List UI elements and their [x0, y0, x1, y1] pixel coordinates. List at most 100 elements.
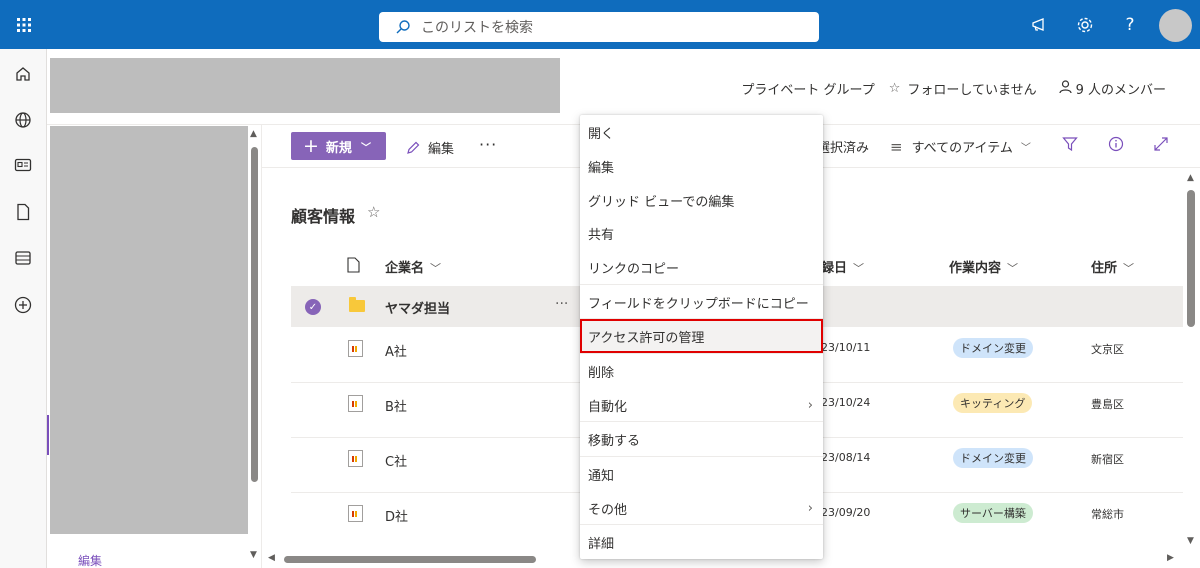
menu-item-copy-fields[interactable]: フィールドをクリップボードにコピー [580, 285, 823, 319]
scroll-down-icon[interactable]: ▼ [1187, 536, 1194, 546]
view-switcher[interactable]: ≡ すべてのアイテム ﹀ [890, 137, 1031, 157]
menu-item-open[interactable]: 開く [580, 115, 823, 149]
nav-scrollbar[interactable]: ▲ ▼ [248, 125, 262, 568]
site-logo-redacted [50, 58, 560, 113]
filter-icon[interactable] [1062, 136, 1078, 152]
home-icon[interactable] [12, 63, 34, 85]
list-vertical-scrollbar[interactable]: ▲ ▼ [1183, 168, 1200, 550]
menu-item-details[interactable]: 詳細 [580, 525, 823, 559]
horizontal-scroll-thumb[interactable] [284, 556, 536, 563]
company-name[interactable]: B社 [385, 396, 407, 415]
new-button-label: 新規 [325, 140, 352, 156]
excel-file-icon [348, 505, 363, 522]
info-icon[interactable] [1108, 136, 1124, 152]
address: 常総市 [1091, 508, 1124, 521]
registration-date: 23/09/20 [821, 506, 871, 519]
work-tag: キッティング [953, 393, 1033, 413]
more-button[interactable]: ··· [479, 135, 497, 154]
avatar[interactable] [1159, 9, 1192, 42]
edit-button-label: 編集 [428, 142, 455, 157]
app-launcher-button[interactable] [0, 0, 48, 49]
column-header-name-label: 企業名 [385, 261, 425, 276]
document-icon[interactable] [12, 201, 34, 223]
column-header-name[interactable]: 企業名 ﹀ [385, 257, 441, 276]
person-icon[interactable] [1058, 79, 1072, 98]
scroll-up-icon[interactable]: ▲ [1187, 173, 1194, 183]
work-tag: ドメイン変更 [953, 338, 1033, 358]
help-icon[interactable]: ? [1117, 12, 1143, 38]
settings-gear-icon[interactable] [1072, 12, 1098, 38]
star-icon[interactable]: ☆ [889, 81, 901, 96]
nav-scroll-thumb[interactable] [251, 147, 258, 482]
context-menu: 開く 編集 グリッド ビューでの編集 共有 リンクのコピー フィールドをクリップ… [580, 115, 823, 559]
chevron-right-icon: › [807, 397, 813, 413]
row-more-icon[interactable]: ··· [555, 296, 568, 312]
column-header-date[interactable]: 録日 ﹀ [821, 257, 864, 276]
menu-item-edit[interactable]: 編集 [580, 149, 823, 183]
chevron-down-icon: ﹀ [1007, 262, 1019, 275]
chevron-down-icon: ﹀ [1020, 143, 1031, 154]
chevron-right-icon: › [807, 500, 813, 516]
company-name[interactable]: D社 [385, 506, 408, 525]
menu-item-automate-label: 自動化 [588, 399, 628, 415]
list-scroll-thumb[interactable] [1187, 190, 1195, 327]
waffle-icon [17, 17, 31, 32]
company-name[interactable]: C社 [385, 451, 407, 470]
menu-item-more-label: その他 [588, 502, 628, 518]
menu-item-automate[interactable]: 自動化 › [580, 388, 823, 422]
news-icon[interactable] [12, 154, 34, 176]
registration-date: 23/08/14 [821, 451, 871, 464]
excel-file-icon [348, 450, 363, 467]
pencil-icon [407, 141, 420, 154]
view-lines-icon: ≡ [890, 137, 903, 156]
chevron-down-icon: ﹀ [1123, 262, 1135, 275]
menu-item-share[interactable]: 共有 [580, 216, 823, 250]
column-header-work[interactable]: 作業内容 ﹀ [949, 257, 1018, 276]
favorite-star-icon[interactable]: ☆ [367, 203, 380, 221]
follow-button[interactable]: フォローしていません [907, 79, 1036, 98]
excel-file-icon [348, 395, 363, 412]
column-header-address-label: 住所 [1091, 261, 1118, 276]
work-tag: サーバー構築 [953, 503, 1033, 523]
nav-edit-link[interactable]: 編集 [78, 552, 102, 568]
menu-item-more[interactable]: その他 › [580, 491, 823, 525]
nav-selected-indicator [47, 415, 49, 455]
menu-item-alert[interactable]: 通知 [580, 457, 823, 491]
new-button[interactable]: + 新規 ﹀ [291, 132, 386, 160]
menu-item-delete[interactable]: 削除 [580, 354, 823, 388]
folder-name[interactable]: ヤマダ担当 [385, 298, 450, 317]
search-box[interactable]: このリストを検索 [379, 12, 819, 42]
column-header-date-label: 録日 [821, 261, 848, 276]
column-header-work-label: 作業内容 [949, 261, 1002, 276]
search-input[interactable]: このリストを検索 [421, 17, 533, 37]
row-checkmark-icon[interactable]: ✓ [305, 299, 321, 315]
chevron-down-icon: ﹀ [360, 142, 371, 154]
selection-status: 選択済み [817, 137, 869, 156]
scroll-down-icon[interactable]: ▼ [250, 550, 257, 560]
view-switcher-label: すべてのアイテム [911, 141, 1013, 156]
members-button[interactable]: 9 人のメンバー [1076, 79, 1166, 98]
globe-icon[interactable] [12, 109, 34, 131]
suite-header: このリストを検索 ? [0, 0, 1200, 49]
edit-button[interactable]: 編集 [405, 138, 454, 157]
menu-item-move[interactable]: 移動する [580, 422, 823, 456]
menu-item-manage-access[interactable]: アクセス許可の管理 [580, 319, 823, 353]
expand-icon[interactable] [1153, 136, 1169, 152]
create-plus-icon[interactable] [12, 294, 34, 316]
scroll-left-icon[interactable]: ◀ [268, 553, 275, 563]
menu-item-copy-link[interactable]: リンクのコピー [580, 250, 823, 284]
lists-icon[interactable] [12, 247, 34, 269]
menu-item-grid-edit[interactable]: グリッド ビューでの編集 [580, 183, 823, 217]
site-nav-redacted [50, 126, 248, 534]
scroll-up-icon[interactable]: ▲ [250, 129, 257, 139]
list-title: 顧客情報 [291, 207, 356, 226]
megaphone-icon[interactable] [1027, 12, 1053, 38]
site-navigation: 編集 ▲ ▼ [47, 125, 262, 568]
scroll-right-icon[interactable]: ▶ [1167, 553, 1174, 563]
chevron-down-icon: ﹀ [430, 262, 442, 275]
column-header-address[interactable]: 住所 ﹀ [1091, 257, 1134, 276]
file-type-header-icon[interactable] [347, 257, 360, 277]
company-name[interactable]: A社 [385, 341, 407, 360]
plus-icon: + [303, 134, 319, 157]
folder-icon [349, 297, 365, 312]
